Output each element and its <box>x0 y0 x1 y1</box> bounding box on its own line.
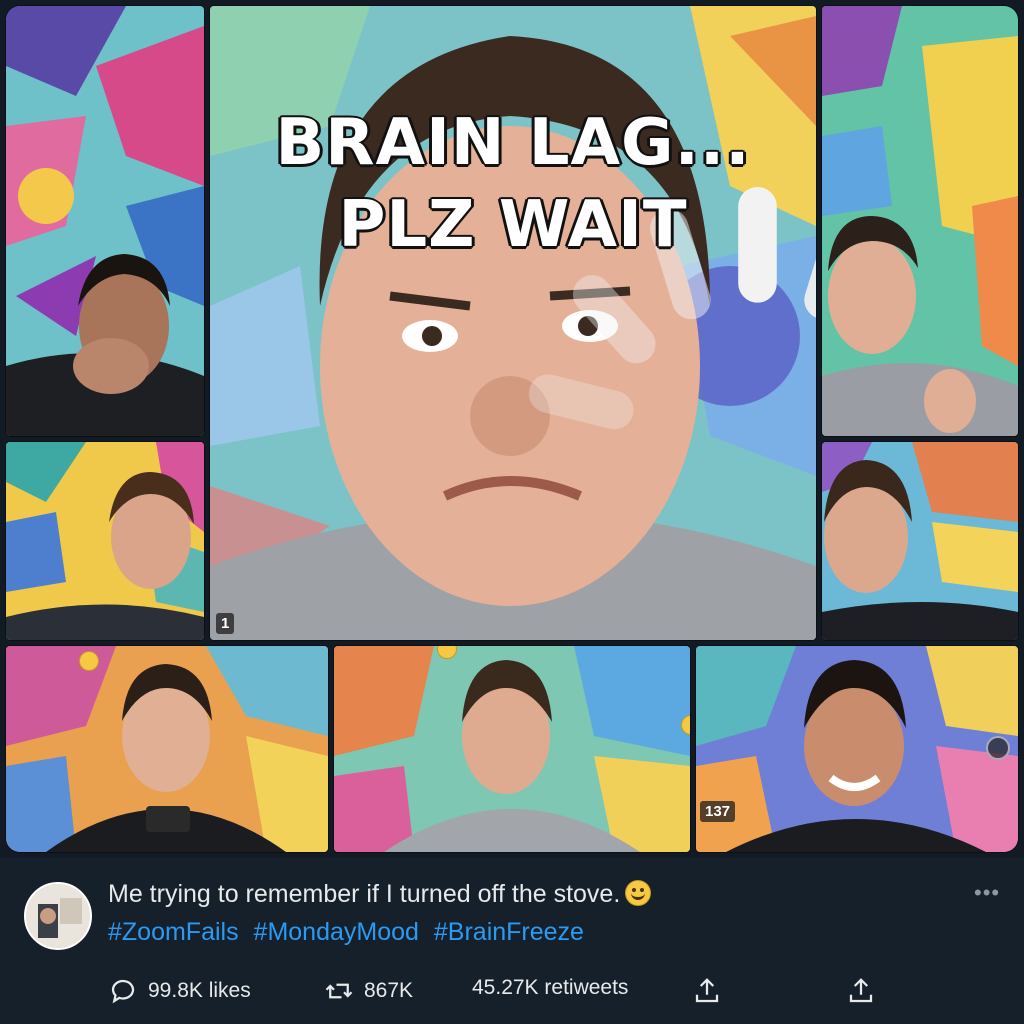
participant-tile-bottom-3[interactable]: 137 <box>696 646 1018 852</box>
share-button[interactable] <box>692 976 722 1006</box>
video-call-grid: BRAIN LAG... PLZ WAIT 1 137 <box>0 0 1024 858</box>
like-button[interactable]: 45.27K retiweets <box>472 976 628 1000</box>
reply-icon <box>111 979 135 1004</box>
grinning-emoji-icon <box>626 881 651 905</box>
share-icon <box>695 978 719 1003</box>
participant-tile-left-mid[interactable] <box>6 442 204 640</box>
meme-caption-line2: PLZ WAIT <box>337 187 688 264</box>
hashtag-list: #ZoomFails #MondayMood #BrainFreeze <box>108 918 592 947</box>
retweet-icon <box>325 983 353 999</box>
participant-video <box>822 6 1018 436</box>
participant-tile-left-top[interactable] <box>6 6 204 436</box>
hashtag-link[interactable]: #MondayMood <box>254 918 419 946</box>
participant-video <box>822 442 1018 640</box>
participant-tile-right-top[interactable] <box>822 6 1018 436</box>
active-speaker-tile[interactable]: BRAIN LAG... PLZ WAIT 1 <box>210 6 816 640</box>
reply-button[interactable]: 99.8K likes <box>108 976 251 1006</box>
participant-video <box>6 442 204 640</box>
media-counter: 137 <box>700 801 736 822</box>
upload-button[interactable] <box>846 976 876 1006</box>
participant-video <box>696 646 1018 852</box>
hashtag-link[interactable]: #BrainFreeze <box>434 918 584 946</box>
retweet-count: 867K <box>364 979 414 1002</box>
participant-video <box>334 646 690 852</box>
participant-tile-right-mid[interactable] <box>822 442 1018 640</box>
tweet-text: Me trying to remember if I turned off th… <box>108 880 651 909</box>
more-options-button[interactable]: ••• <box>974 880 1000 906</box>
record-icon[interactable] <box>986 736 1010 760</box>
tweet-body: Me trying to remember if I turned off th… <box>108 880 621 908</box>
emoji-reaction-icon <box>80 652 98 670</box>
avatar-image <box>26 884 90 948</box>
reply-count: 99.8K likes <box>148 979 251 1002</box>
participant-video <box>6 646 328 852</box>
upload-icon <box>849 978 873 1003</box>
meme-caption-line1: BRAIN LAG... <box>274 105 751 182</box>
like-count: 45.27K retiweets <box>472 976 629 999</box>
media-counter: 1 <box>216 613 235 634</box>
retweet-button[interactable]: 867K <box>324 976 413 1006</box>
participant-video <box>6 6 204 436</box>
avatar[interactable] <box>24 882 92 950</box>
participant-tile-bottom-2[interactable] <box>334 646 690 852</box>
hashtag-link[interactable]: #ZoomFails <box>108 918 239 946</box>
participant-tile-bottom-1[interactable] <box>6 646 328 852</box>
